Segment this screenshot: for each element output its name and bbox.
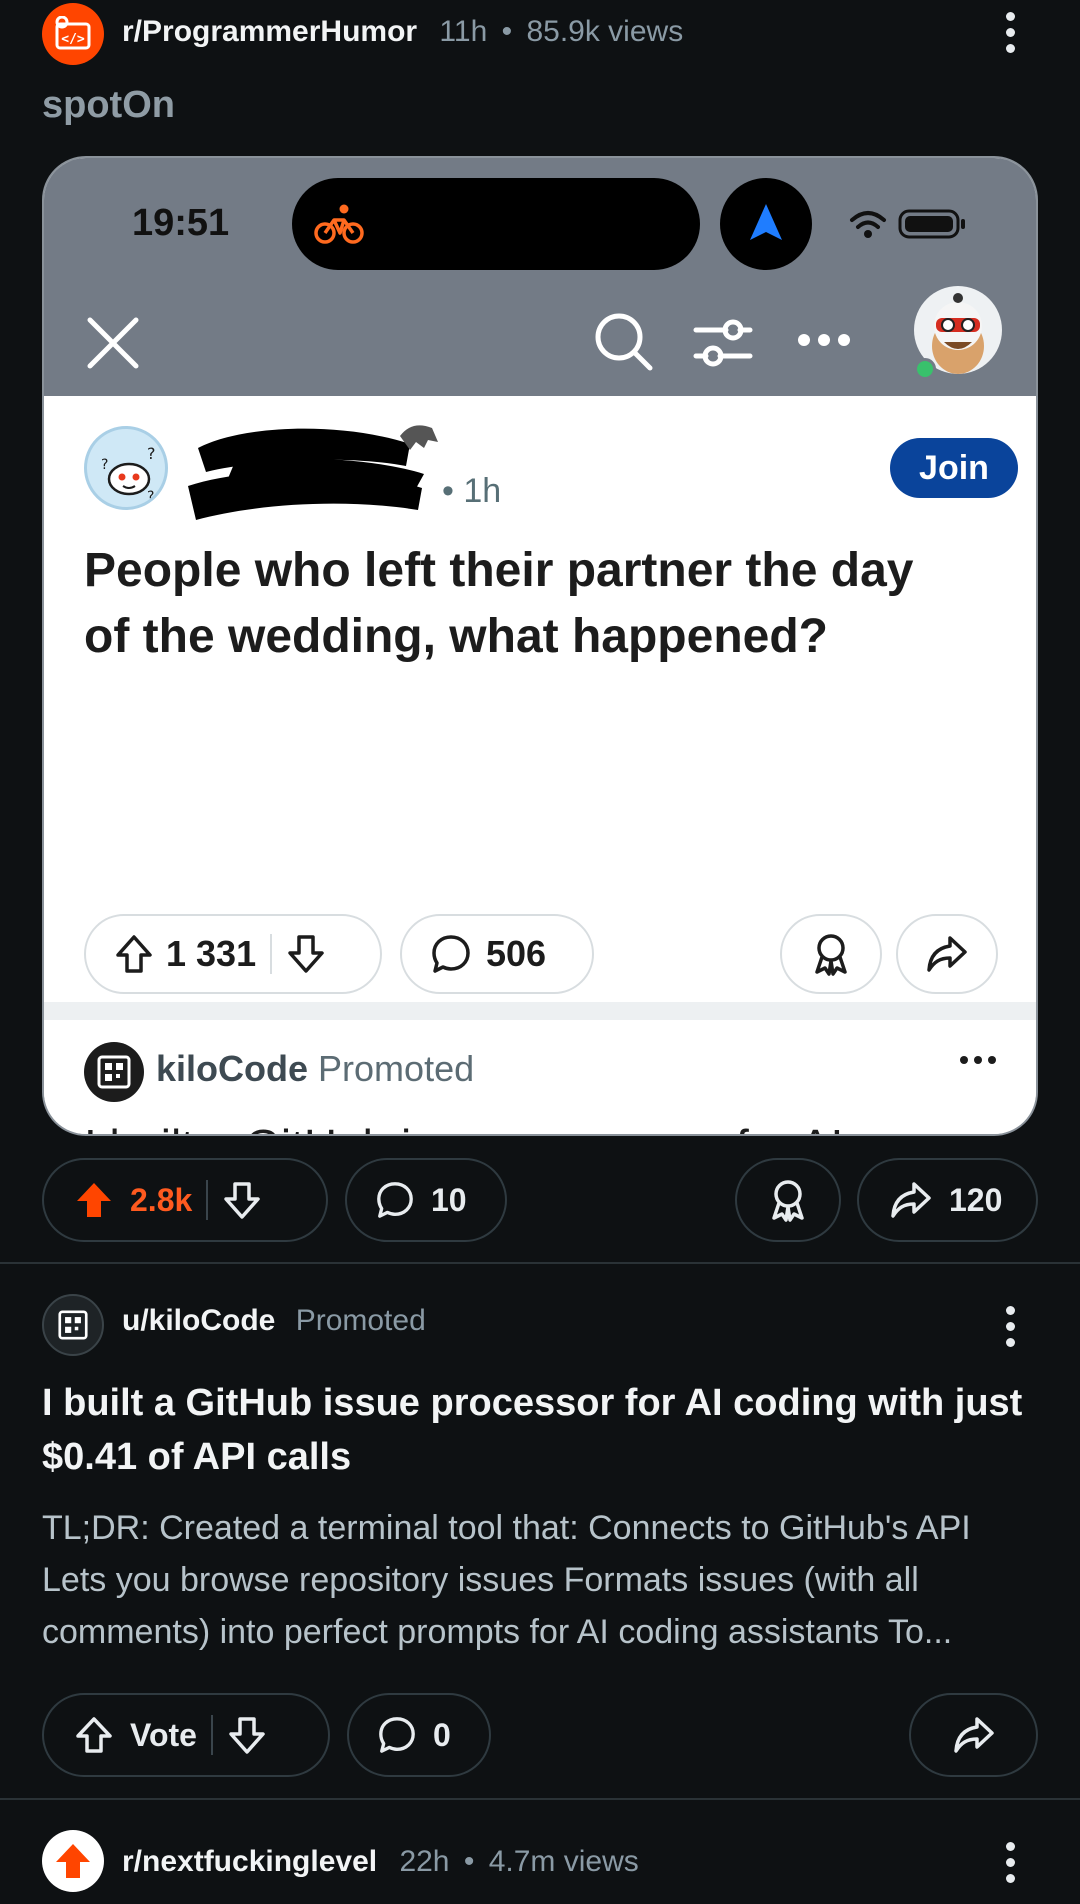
promoted-vote-pill[interactable]: Vote	[42, 1693, 330, 1777]
embedded-post: ? ? ? • 1h Join People who left their pa…	[44, 396, 1036, 1134]
upvote-arrow-icon	[56, 1844, 90, 1878]
share-icon	[953, 1717, 994, 1753]
promoted-label: Promoted	[318, 1048, 475, 1089]
next-post-age: 22h	[399, 1845, 450, 1878]
redaction-scribble	[188, 425, 438, 520]
embedded-post-age: • 1h	[442, 472, 502, 510]
upvote-outline-icon[interactable]	[114, 933, 154, 975]
embedded-share-button[interactable]	[896, 914, 998, 994]
programmer-humor-icon: </>	[55, 16, 91, 50]
promoted-comments-button[interactable]: 0	[347, 1693, 491, 1777]
comment-icon	[432, 935, 470, 973]
view-count: 85.9k views	[526, 15, 684, 48]
promoted-share-button[interactable]	[909, 1693, 1038, 1777]
comment-icon	[379, 1717, 415, 1753]
join-button[interactable]: Join	[890, 438, 1018, 498]
post-image[interactable]: 19:51 ? ? ? • 1h Join People who left th…	[42, 156, 1038, 1136]
next-post-overflow-menu-button[interactable]	[988, 1832, 1032, 1892]
snoo-question-icon: ? ? ?	[101, 444, 156, 505]
vote-pill[interactable]: 2.8k	[42, 1158, 328, 1242]
vote-count: 2.8k	[130, 1181, 193, 1218]
embedded-post-title[interactable]: People who left their partner the day of…	[84, 538, 944, 670]
upvote-filled-icon[interactable]	[74, 1180, 114, 1220]
ad-meta: kiloCode Promoted	[156, 1048, 474, 1090]
meta-separator: •	[501, 15, 513, 48]
svg-text:?: ?	[147, 489, 154, 505]
award-icon	[815, 934, 847, 976]
svg-text:?: ?	[147, 444, 156, 463]
next-subreddit-avatar[interactable]	[42, 1830, 104, 1892]
close-icon[interactable]	[84, 314, 142, 372]
post-meta: r/ProgrammerHumor 11h • 85.9k views	[122, 10, 683, 54]
meta-separator: •	[463, 1845, 475, 1878]
embedded-award-button[interactable]	[780, 914, 882, 994]
embedded-subreddit-avatar: ? ? ?	[84, 426, 168, 510]
svg-text:?: ?	[101, 457, 108, 473]
next-view-count: 4.7m views	[488, 1845, 639, 1878]
comments-button[interactable]: 10	[345, 1158, 507, 1242]
subreddit-name[interactable]: r/ProgrammerHumor	[122, 15, 417, 48]
comment-icon	[377, 1182, 413, 1218]
advertiser-name[interactable]: kiloCode	[156, 1048, 308, 1089]
kilocode-logo-icon	[58, 1310, 88, 1340]
wifi-icon	[850, 211, 886, 238]
embedded-status-area: 19:51	[44, 158, 1036, 396]
next-post-meta: r/nextfuckinglevel 22h • 4.7m views	[122, 1840, 639, 1884]
share-icon	[927, 936, 967, 972]
cycling-icon	[314, 204, 364, 244]
promoted-meta: u/kiloCode Promoted	[122, 1304, 426, 1338]
ad-text[interactable]: I built a GitHub issue processor for AI …	[84, 1114, 964, 1134]
ad-options-icon[interactable]	[960, 1056, 996, 1064]
kilocode-logo-icon	[97, 1055, 131, 1089]
more-options-icon[interactable]	[796, 330, 852, 350]
vote-label: Vote	[130, 1716, 197, 1753]
subreddit-avatar[interactable]: </>	[42, 3, 104, 65]
post-divider	[0, 1798, 1080, 1800]
downvote-icon[interactable]	[227, 1715, 267, 1755]
share-count: 120	[949, 1181, 1003, 1218]
post-age: 11h	[439, 15, 488, 48]
embedded-vote-count: 1 331	[166, 933, 257, 974]
promoted-post-body[interactable]: TL;DR: Created a terminal tool that: Con…	[42, 1502, 1038, 1658]
embedded-comments-pill[interactable]: 506	[400, 914, 594, 994]
next-subreddit-name[interactable]: r/nextfuckinglevel	[122, 1845, 377, 1878]
downvote-outline-icon[interactable]	[286, 933, 326, 975]
upvote-outline-icon[interactable]	[74, 1715, 114, 1755]
online-status-dot	[914, 358, 936, 380]
embedded-vote-pill[interactable]: 1 331	[84, 914, 382, 994]
comment-count: 10	[431, 1181, 467, 1218]
post-overflow-menu-button[interactable]	[988, 2, 1032, 62]
share-button[interactable]: 120	[857, 1158, 1038, 1242]
award-icon	[772, 1180, 804, 1222]
promoted-post-title[interactable]: I built a GitHub issue processor for AI …	[42, 1376, 1038, 1484]
downvote-icon[interactable]	[222, 1180, 262, 1220]
award-button[interactable]	[735, 1158, 841, 1242]
promoted-user-avatar[interactable]	[42, 1294, 104, 1356]
post-title[interactable]: spotOn	[42, 84, 175, 127]
promoted-label: Promoted	[295, 1304, 426, 1337]
search-icon[interactable]	[592, 310, 656, 374]
advertiser-avatar	[84, 1042, 144, 1102]
navigation-arrow-icon	[750, 204, 782, 240]
navigation-bubble	[720, 178, 812, 270]
status-time: 19:51	[132, 202, 230, 244]
share-icon	[891, 1182, 931, 1218]
dynamic-island	[292, 178, 700, 270]
post-header: </> r/ProgrammerHumor 11h • 85.9k views	[0, 0, 1080, 66]
promoted-username[interactable]: u/kiloCode	[122, 1304, 275, 1337]
promoted-overflow-menu-button[interactable]	[988, 1296, 1032, 1356]
feed-divider	[44, 1002, 1036, 1020]
post-divider	[0, 1262, 1080, 1264]
battery-icon	[898, 209, 965, 239]
promoted-comment-count: 0	[433, 1716, 451, 1753]
svg-text:</>: </>	[61, 32, 85, 47]
embedded-comment-count: 506	[486, 933, 547, 974]
filter-icon[interactable]	[692, 316, 754, 370]
